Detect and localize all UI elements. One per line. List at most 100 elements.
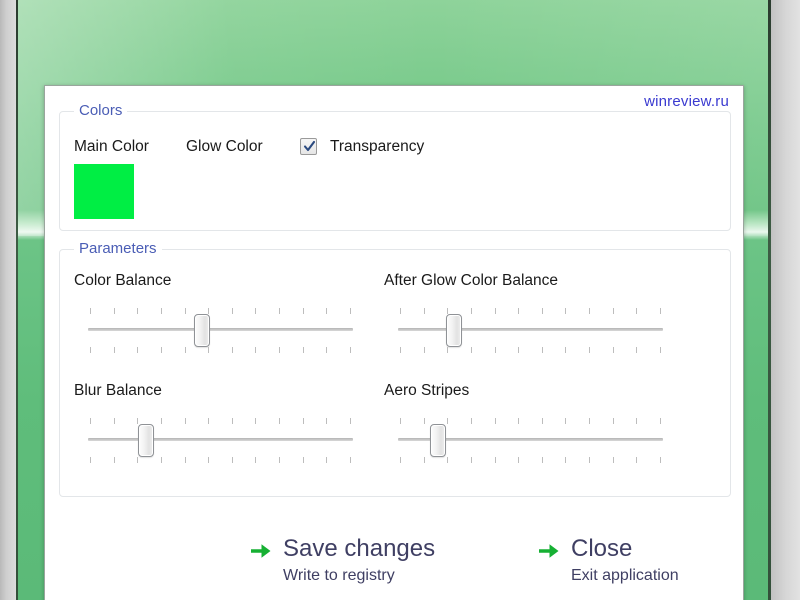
slider-tick — [565, 418, 567, 424]
main-color-swatch[interactable] — [74, 164, 134, 219]
slider-tick — [518, 418, 520, 424]
slider-tick — [612, 457, 614, 463]
slider-tick — [470, 418, 472, 424]
slider-tick — [326, 347, 328, 353]
slider-after-glow-color-balance[interactable] — [398, 304, 663, 356]
slider-ticks-top — [90, 308, 351, 314]
slider-tick — [541, 308, 543, 314]
green-arrow-icon — [537, 541, 561, 566]
slider-ticks-top — [90, 418, 351, 424]
slider-tick — [326, 457, 328, 463]
slider-tick — [565, 347, 567, 353]
slider-tick — [160, 457, 162, 463]
slider-aero-stripes[interactable] — [398, 414, 663, 466]
slider-tick — [255, 418, 257, 424]
slider-tick — [255, 457, 257, 463]
slider-tick — [589, 347, 590, 353]
slider-tick — [255, 347, 257, 353]
slider-tick — [279, 347, 280, 353]
slider-tick — [90, 347, 91, 353]
slider-tick — [137, 347, 139, 353]
glow-color-swatch[interactable] — [186, 164, 246, 219]
save-changes-subtitle: Write to registry — [283, 567, 395, 584]
slider-tick — [565, 308, 567, 314]
slider-tick — [349, 457, 351, 463]
slider-label-aero-stripes: Aero Stripes — [384, 382, 470, 399]
slider-tick — [184, 457, 186, 463]
window-right-shadow — [771, 0, 800, 600]
slider-tick — [636, 308, 638, 314]
slider-tick — [349, 308, 351, 314]
slider-tick — [208, 347, 210, 353]
slider-tick — [137, 457, 139, 463]
slider-tick — [589, 418, 590, 424]
slider-color-balance[interactable] — [88, 304, 353, 356]
slider-thumb-after-glow-color-balance[interactable] — [445, 314, 462, 347]
slider-tick — [400, 308, 401, 314]
slider-label-blur-balance: Blur Balance — [74, 382, 162, 399]
slider-tick — [659, 308, 661, 314]
slider-tick — [423, 418, 425, 424]
slider-tick — [470, 457, 472, 463]
slider-tick — [400, 347, 401, 353]
slider-tick — [255, 308, 257, 314]
slider-tick — [518, 457, 520, 463]
slider-track — [88, 328, 353, 331]
slider-tick — [447, 308, 449, 314]
slider-tick — [423, 457, 425, 463]
slider-tick — [400, 457, 401, 463]
colors-groupbox-title: Colors — [74, 102, 128, 119]
slider-tick — [659, 457, 661, 463]
slider-tick — [494, 457, 496, 463]
slider-tick — [208, 457, 210, 463]
slider-tick — [518, 308, 520, 314]
slider-blur-balance[interactable] — [88, 414, 353, 466]
slider-tick — [470, 308, 472, 314]
slider-tick — [113, 347, 115, 353]
slider-label-color-balance: Color Balance — [74, 272, 172, 289]
main-color-label: Main Color — [74, 138, 149, 155]
application-window: winreview.ru Colors Main Color Glow Colo… — [44, 85, 744, 600]
slider-tick — [279, 457, 280, 463]
green-arrow-icon — [249, 541, 273, 566]
slider-tick — [423, 308, 425, 314]
slider-tick — [160, 347, 162, 353]
slider-ticks-bottom — [90, 347, 351, 353]
slider-tick — [302, 457, 304, 463]
slider-tick — [636, 418, 638, 424]
slider-tick — [349, 347, 351, 353]
slider-tick — [231, 457, 233, 463]
slider-label-after-glow-color-balance: After Glow Color Balance — [384, 272, 559, 289]
slider-tick — [494, 347, 496, 353]
slider-tick — [589, 457, 590, 463]
slider-tick — [612, 308, 614, 314]
slider-tick — [302, 347, 304, 353]
slider-tick — [659, 347, 661, 353]
slider-tick — [636, 457, 638, 463]
slider-thumb-blur-balance[interactable] — [138, 424, 155, 457]
close-title: Close — [571, 535, 633, 562]
slider-tick — [113, 457, 115, 463]
slider-tick — [326, 308, 328, 314]
slider-tick — [470, 347, 472, 353]
slider-tick — [184, 308, 186, 314]
slider-tick — [279, 418, 280, 424]
slider-thumb-aero-stripes[interactable] — [429, 424, 446, 457]
slider-tick — [231, 308, 233, 314]
slider-tick — [302, 418, 304, 424]
slider-tick — [636, 347, 638, 353]
slider-tick — [160, 418, 162, 424]
transparency-checkbox[interactable] — [300, 138, 317, 155]
slider-tick — [447, 418, 449, 424]
slider-tick — [302, 308, 304, 314]
slider-tick — [447, 347, 449, 353]
slider-tick — [90, 308, 91, 314]
slider-tick — [659, 418, 661, 424]
slider-tick — [541, 347, 543, 353]
parameters-groupbox: Parameters Color Balance After Glow Colo… — [59, 240, 731, 497]
slider-ticks-bottom — [90, 457, 351, 463]
slider-thumb-color-balance[interactable] — [193, 314, 210, 347]
slider-ticks-bottom — [400, 457, 661, 463]
transparency-label: Transparency — [330, 138, 425, 155]
parameters-groupbox-title: Parameters — [74, 240, 162, 257]
